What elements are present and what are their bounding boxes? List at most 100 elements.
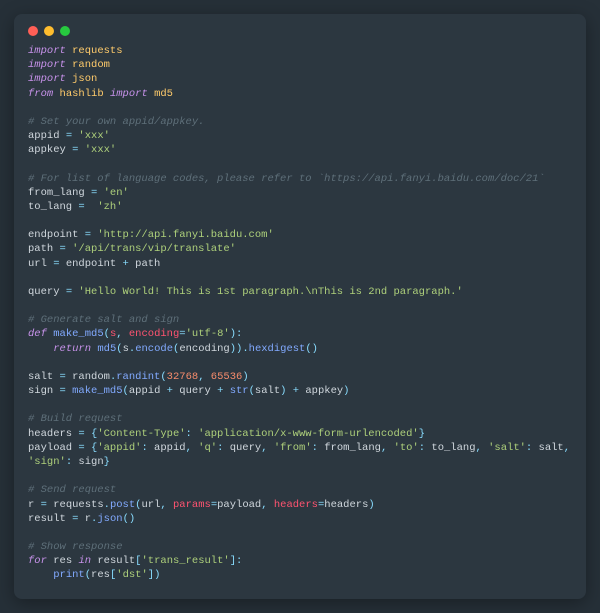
paren: ()	[123, 513, 136, 525]
colon: :	[419, 442, 432, 454]
function-call: print	[53, 569, 85, 581]
paren: )	[368, 499, 374, 511]
bracket: ]:	[230, 555, 243, 567]
code-content: import requests import random import jso…	[28, 44, 572, 583]
kwarg: headers	[274, 499, 318, 511]
identifier: to_lang	[28, 201, 72, 213]
identifier: from_lang	[324, 442, 381, 454]
colon: :	[141, 442, 154, 454]
identifier: result	[28, 513, 66, 525]
string-literal: 'en'	[104, 187, 129, 199]
operator-assign: =	[60, 130, 79, 142]
paren: )	[242, 371, 248, 383]
paren: )	[343, 385, 349, 397]
identifier: payload	[28, 442, 72, 454]
number-literal: 32768	[167, 371, 199, 383]
comma: ,	[564, 442, 577, 454]
string-literal: 'Content-Type'	[97, 428, 185, 440]
operator-assign: =	[72, 442, 91, 454]
identifier: res	[53, 555, 72, 567]
comma: ,	[186, 442, 199, 454]
string-literal: 'q'	[198, 442, 217, 454]
comma: ,	[261, 499, 274, 511]
identifier: appkey	[28, 144, 66, 156]
method-call: encode	[135, 343, 173, 355]
comma: ,	[261, 442, 274, 454]
string-literal: 'zh'	[97, 201, 122, 213]
identifier: from_lang	[28, 187, 85, 199]
comma: ,	[160, 499, 173, 511]
method-call: json	[97, 513, 122, 525]
identifier: salt	[28, 371, 53, 383]
identifier: path	[28, 243, 53, 255]
comment: # Generate salt and sign	[28, 314, 179, 326]
brace: }	[104, 456, 110, 468]
operator-assign: =	[72, 201, 91, 213]
identifier: to_lang	[431, 442, 475, 454]
function-call: str	[230, 385, 249, 397]
method-call: randint	[116, 371, 160, 383]
string-literal: 'xxx'	[78, 130, 110, 142]
string-literal: 'from'	[274, 442, 312, 454]
maximize-icon[interactable]	[60, 26, 70, 36]
identifier: sign	[78, 456, 103, 468]
param: encoding	[129, 328, 179, 340]
comment: # Send request	[28, 484, 116, 496]
string-literal: 'dst'	[116, 569, 148, 581]
identifier: payload	[217, 499, 261, 511]
identifier: query	[230, 442, 262, 454]
keyword-for: for	[28, 555, 47, 567]
identifier: headers	[324, 499, 368, 511]
identifier: random	[72, 371, 110, 383]
keyword-import: import	[28, 73, 66, 85]
identifier: requests	[53, 499, 103, 511]
identifier: salt	[255, 385, 280, 397]
number-literal: 65536	[211, 371, 243, 383]
string-literal: 'to'	[394, 442, 419, 454]
method-call: post	[110, 499, 135, 511]
operator-assign: =	[60, 286, 79, 298]
identifier: appid	[154, 442, 186, 454]
operator-assign: =	[34, 499, 53, 511]
operator-assign: =	[53, 243, 72, 255]
keyword-import: import	[28, 59, 66, 71]
identifier: appid	[129, 385, 161, 397]
module-hashlib: hashlib	[60, 88, 104, 100]
string-literal: 'http://api.fanyi.baidu.com'	[97, 229, 273, 241]
identifier: result	[97, 555, 135, 567]
colon: :	[526, 442, 539, 454]
identifier: headers	[28, 428, 72, 440]
method-call: hexdigest	[249, 343, 306, 355]
comma: ,	[476, 442, 489, 454]
string-literal: 'xxx'	[85, 144, 117, 156]
paren: ):	[230, 328, 243, 340]
comment: # Build request	[28, 413, 123, 425]
module-requests: requests	[72, 45, 122, 57]
identifier: path	[135, 258, 160, 270]
operator-assign: =	[53, 385, 72, 397]
kwarg: params	[173, 499, 211, 511]
string-literal: 'Hello World! This is 1st paragraph.\nTh…	[78, 286, 462, 298]
keyword-in: in	[78, 555, 91, 567]
identifier: url	[28, 258, 47, 270]
string-literal: 'application/x-www-form-urlencoded'	[198, 428, 419, 440]
identifier: appid	[28, 130, 60, 142]
colon: :	[312, 442, 325, 454]
operator-plus: +	[286, 385, 305, 397]
operator-plus: +	[211, 385, 230, 397]
operator-plus: +	[116, 258, 135, 270]
comma: ,	[381, 442, 394, 454]
function-call: md5	[97, 343, 116, 355]
string-literal: '/api/trans/vip/translate'	[72, 243, 236, 255]
keyword-return: return	[53, 343, 91, 355]
code-window: import requests import random import jso…	[14, 14, 586, 599]
paren: )).	[230, 343, 249, 355]
identifier: res	[91, 569, 110, 581]
identifier: query	[179, 385, 211, 397]
module-md5: md5	[154, 88, 173, 100]
close-icon[interactable]	[28, 26, 38, 36]
keyword-def: def	[28, 328, 47, 340]
comma: ,	[116, 328, 129, 340]
operator-assign: =	[66, 144, 85, 156]
minimize-icon[interactable]	[44, 26, 54, 36]
